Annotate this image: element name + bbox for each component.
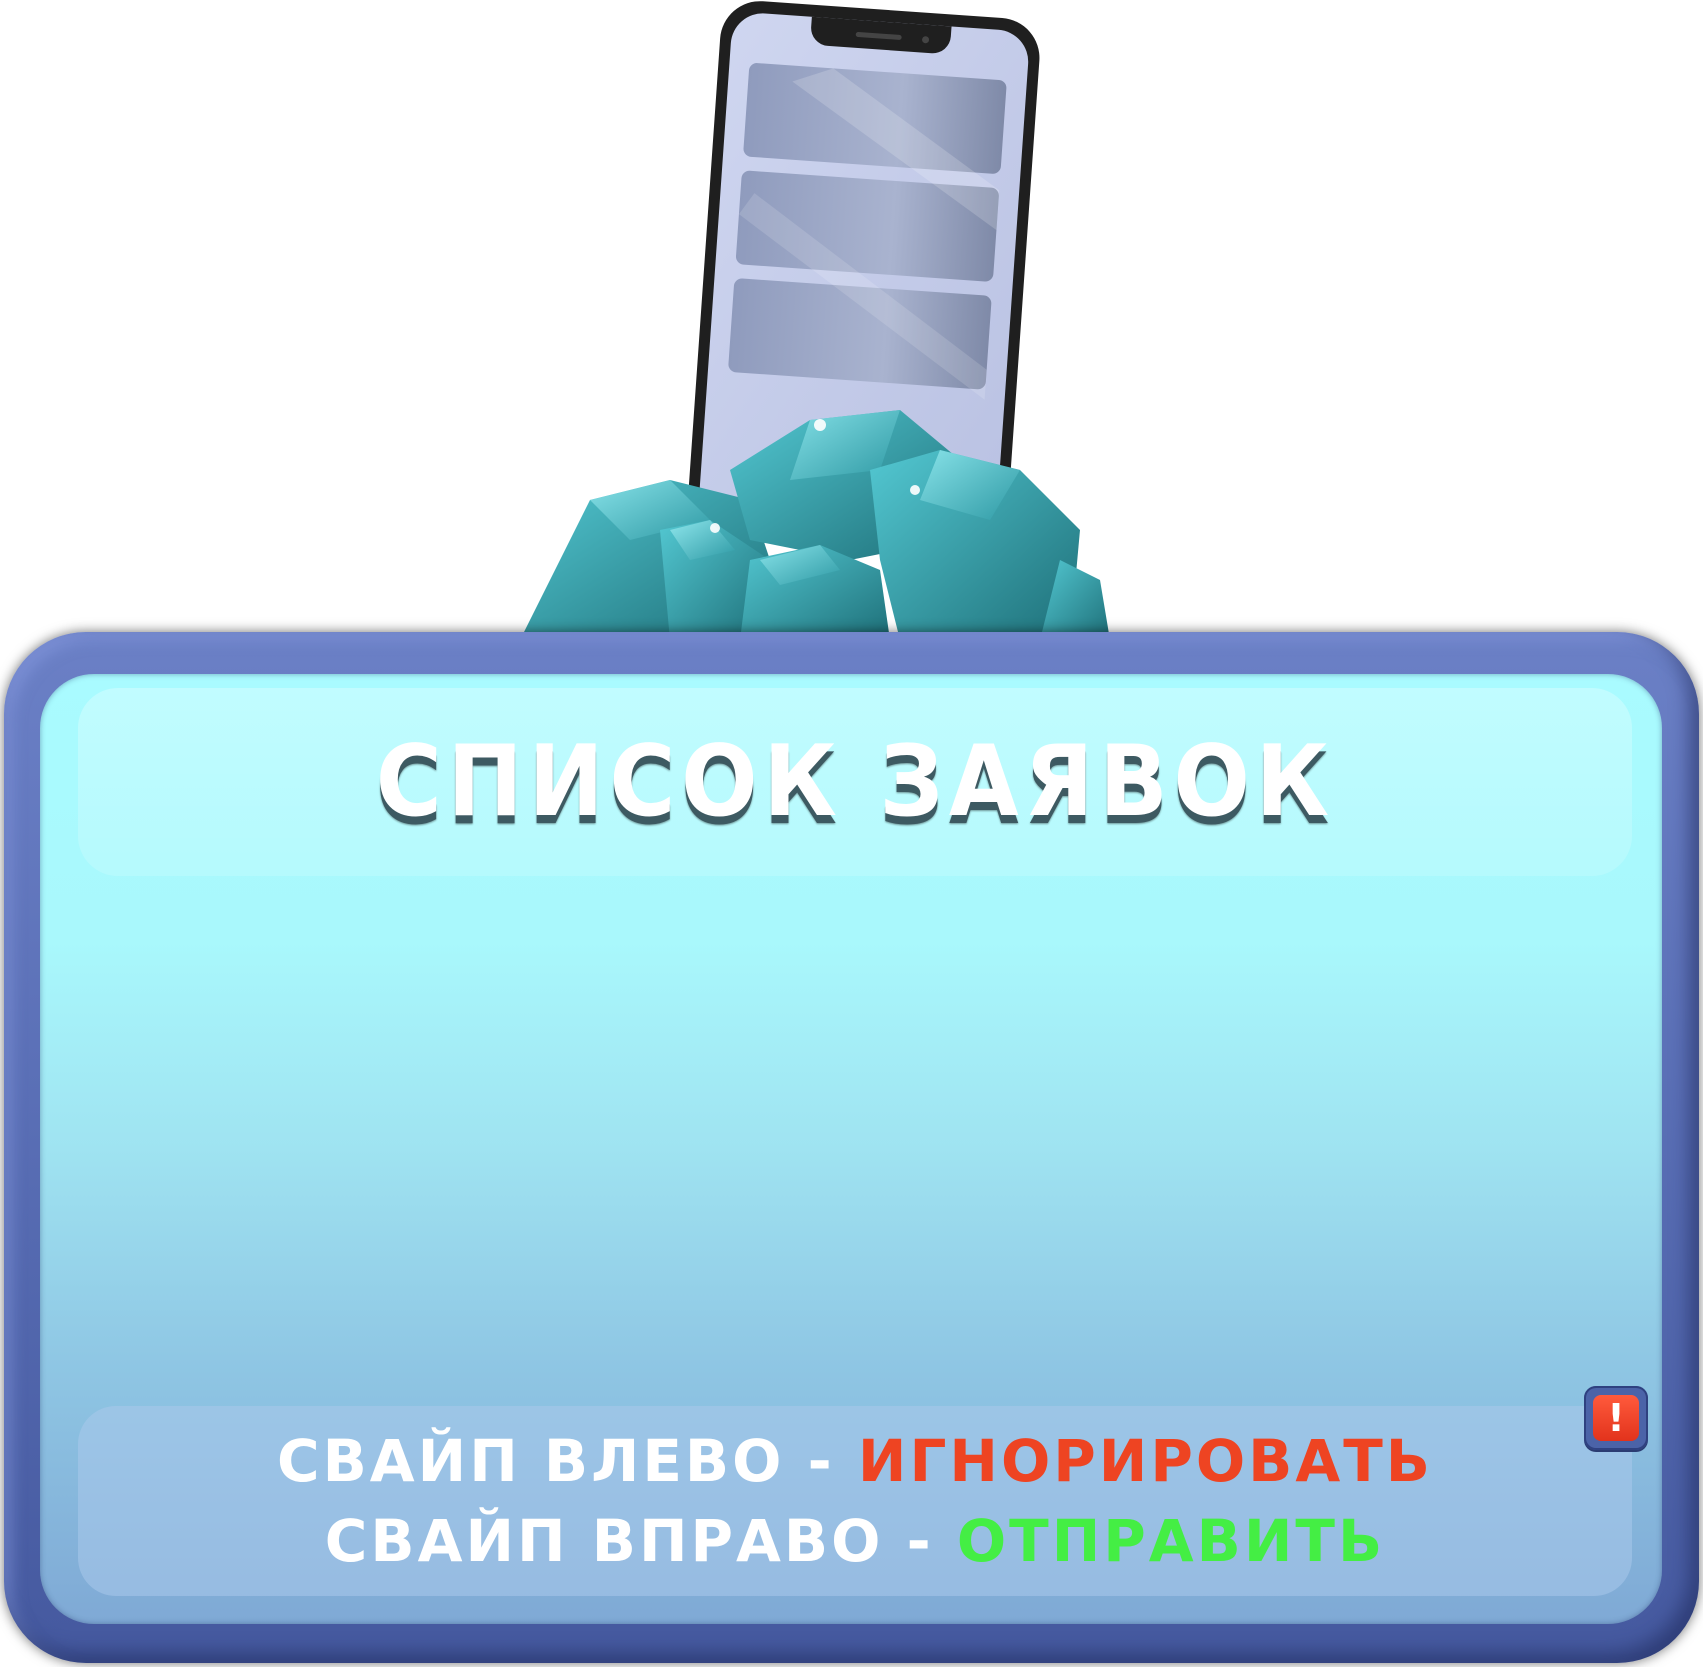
send-action-label: ОТПРАВИТЬ [956, 1507, 1386, 1575]
alert-button[interactable]: ! [1584, 1386, 1648, 1450]
swipe-right-label: СВАЙП ВПРАВО - [324, 1507, 957, 1575]
swipe-left-label: СВАЙП ВЛЕВО - [277, 1427, 858, 1495]
title-bar: СПИСОК ЗАЯВОК [78, 688, 1632, 876]
ignore-action-label: ИГНОРИРОВАТЬ [857, 1427, 1433, 1495]
swipe-hints: СВАЙП ВЛЕВО - ИГНОРИРОВАТЬ СВАЙП ВПРАВО … [78, 1406, 1632, 1596]
swipe-right-hint: СВАЙП ВПРАВО - ОТПРАВИТЬ [325, 1503, 1385, 1579]
exclamation-icon: ! [1593, 1395, 1639, 1441]
phone-with-gems-icon [520, 1, 1110, 640]
requests-screen: СПИСОК ЗАЯВОК СВАЙП ВЛЕВО - ИГНОРИРОВАТЬ… [0, 0, 1703, 1667]
page-title: СПИСОК ЗАЯВОК [375, 725, 1335, 839]
swipe-left-hint: СВАЙП ВЛЕВО - ИГНОРИРОВАТЬ [277, 1423, 1433, 1499]
